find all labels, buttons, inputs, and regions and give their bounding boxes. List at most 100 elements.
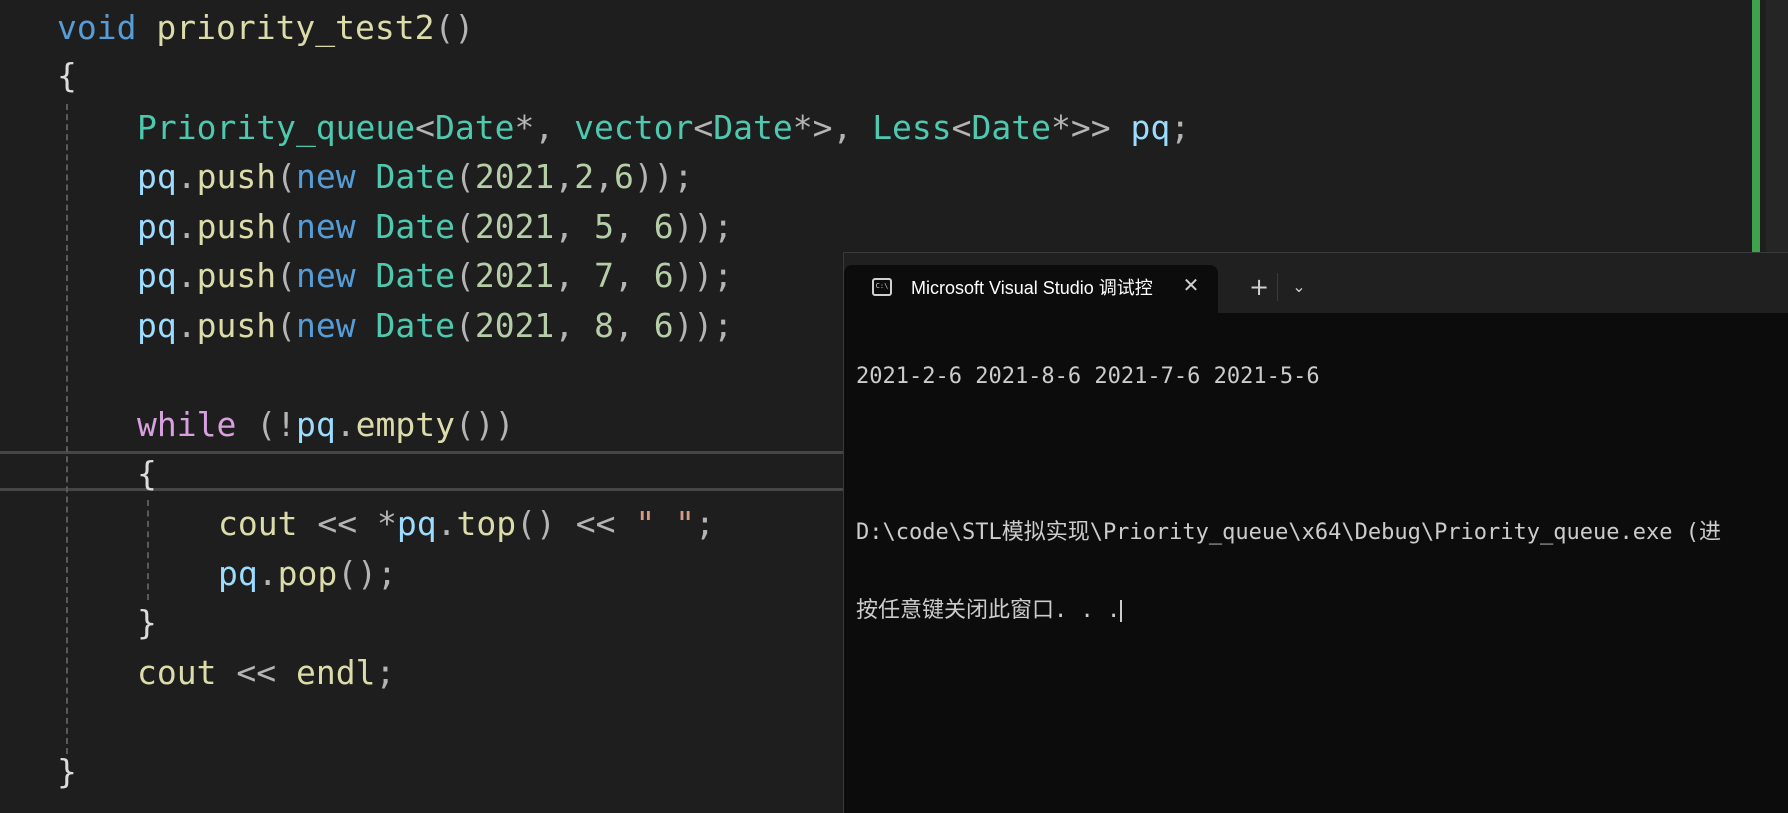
code-token: new [295,256,356,295]
output-line-prompt: 按任意键关闭此窗口. . . [856,597,1788,625]
console-icon: C:\ [872,278,892,296]
close-tab-icon[interactable]: ✕ [1178,272,1204,298]
code-token: ( [454,306,475,345]
code-token: ( [454,207,475,246]
code-token: pop [277,554,338,593]
code-token: . [176,256,197,295]
code-token: )); [673,306,734,345]
code-token: * [376,504,397,543]
code-token: << [236,653,277,692]
code-token: pq [295,405,336,444]
code-token: 6 [653,256,674,295]
code-token: 2021 [474,207,555,246]
code-token: )); [673,207,734,246]
code-token: " " [635,504,695,543]
code-token: Date [375,256,455,295]
code-token: Date [375,207,455,246]
current-line-highlight [0,451,843,491]
code-token: , [554,256,595,295]
scrollbar[interactable] [1766,0,1788,252]
code-token: { [57,56,77,95]
code-token: 5 [594,207,614,246]
code-token: , [594,157,614,196]
code-token: while [137,405,237,444]
code-token: (! [256,405,296,444]
code-token: pq [137,207,177,246]
code-token: push [196,256,277,295]
code-line[interactable]: pq.push(new Date(2021, 5, 6)); [137,203,733,251]
code-line[interactable]: pq.pop(); [218,550,397,598]
code-token: push [196,157,277,196]
new-tab-button[interactable]: + [1244,272,1274,302]
code-line[interactable]: } [137,599,157,647]
code-token: << [575,504,616,543]
code-line[interactable]: pq.push(new Date(2021, 8, 6)); [137,302,733,350]
code-line[interactable]: Priority_queue<Date*, vector<Date*>, Les… [137,104,1190,152]
code-token: } [57,752,77,791]
indent-guide-inner [147,500,149,600]
code-token: Priority_queue [137,108,416,147]
code-token: () [516,504,556,543]
code-token: ( [454,157,475,196]
code-token: , [613,207,654,246]
code-token: pq [137,256,177,295]
code-token: < [415,108,436,147]
code-token: 8 [594,306,614,345]
code-token: vector [574,108,694,147]
code-token: < [693,108,714,147]
code-line[interactable]: while (!pq.empty()) [137,401,515,449]
code-token: < [951,108,972,147]
code-token: top [456,504,517,543]
code-line[interactable]: } [57,748,77,796]
code-token: ; [375,653,396,692]
code-token: new [295,207,356,246]
terminal-tab[interactable]: C:\ Microsoft Visual Studio 调试控 ✕ [844,265,1218,313]
code-line[interactable]: void priority_test2() [57,4,474,52]
chevron-down-icon[interactable]: ⌄ [1284,272,1314,302]
debug-console-window[interactable]: C:\ Microsoft Visual Studio 调试控 ✕ + ⌄ 20… [843,252,1788,813]
output-line: 2021-2-6 2021-8-6 2021-7-6 2021-5-6 [856,364,1320,389]
code-token: pq [137,306,177,345]
code-token: 6 [653,207,674,246]
code-token: Date [713,108,793,147]
code-token: ( [276,306,296,345]
code-token: pq [396,504,437,543]
code-line[interactable]: { [57,52,77,100]
code-token: } [137,603,157,642]
tab-divider [1277,273,1278,301]
code-token: 2 [574,157,595,196]
code-line[interactable]: { [137,450,157,498]
terminal-titlebar[interactable]: C:\ Microsoft Visual Studio 调试控 ✕ + ⌄ [844,253,1788,313]
code-token: 7 [594,256,614,295]
code-token: , [613,256,654,295]
code-token: push [196,306,277,345]
code-token: 6 [613,157,634,196]
code-token: void [57,8,137,47]
code-line[interactable]: pq.push(new Date(2021, 7, 6)); [137,252,733,300]
code-token: . [176,157,197,196]
tab-title: Microsoft Visual Studio 调试控 [911,278,1153,298]
text-cursor [1120,600,1123,622]
code-line[interactable]: pq.push(new Date(2021,2,6)); [137,153,693,201]
code-token: push [196,207,277,246]
console-output[interactable]: 2021-2-6 2021-8-6 2021-7-6 2021-5-6 D:\c… [856,313,1788,675]
code-token: ; [694,504,715,543]
code-token: Date [435,108,515,147]
code-token: , [554,157,575,196]
code-token: 2021 [474,256,555,295]
code-token: . [176,207,197,246]
code-line[interactable]: cout << endl; [137,649,395,697]
code-line[interactable]: cout << *pq.top() << " "; [218,500,715,548]
code-token: pq [137,157,177,196]
code-token: endl [295,653,376,692]
code-token: 2021 [474,157,555,196]
